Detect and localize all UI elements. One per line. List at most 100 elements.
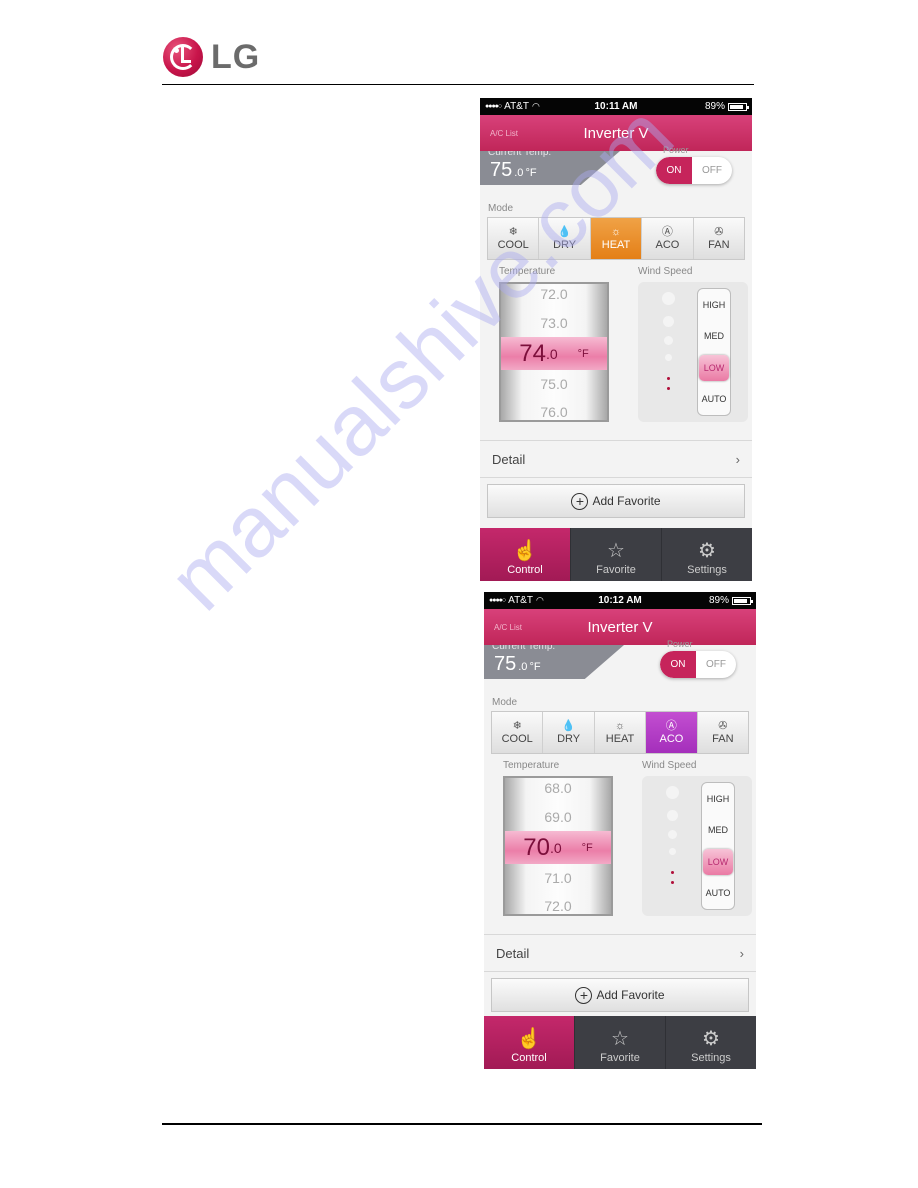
mode-label: Mode (488, 203, 514, 214)
wind-level-dot (662, 292, 675, 305)
tab-favorite[interactable]: ☆ Favorite (571, 528, 662, 581)
power-off-button[interactable]: OFF (696, 651, 736, 678)
status-time: 10:11 AM (594, 101, 638, 112)
plus-circle-icon: + (575, 986, 593, 1004)
plus-circle-icon: + (571, 492, 589, 510)
controls-area: Temperature Wind Speed 72.0 73.0 74.0 °F … (480, 260, 752, 440)
wind-low-button[interactable]: LOW (703, 848, 733, 875)
tab-settings[interactable]: ⚙ Settings (662, 528, 752, 581)
mode-label-text: HEAT (601, 239, 631, 251)
power-on-button[interactable]: ON (660, 651, 696, 678)
wind-high-button[interactable]: HIGH (703, 786, 733, 812)
add-favorite-button[interactable]: + Add Favorite (487, 484, 745, 518)
wind-auto-button[interactable]: AUTO (699, 386, 729, 412)
mode-aco-button[interactable]: Ⓐ ACO (642, 218, 694, 259)
selected-temperature: 70.0 °F (505, 831, 611, 864)
power-toggle[interactable]: ON OFF (656, 157, 732, 184)
wind-auto-button[interactable]: AUTO (703, 880, 733, 906)
mode-heat-button[interactable]: ☼ HEAT (595, 712, 647, 753)
wind-level-indicator (667, 377, 670, 380)
detail-label: Detail (492, 451, 526, 467)
wind-level-indicator (667, 387, 670, 390)
tab-label: Favorite (600, 1052, 640, 1064)
temp-option[interactable]: 69.0 (505, 809, 611, 825)
wind-speed-panel: HIGH MED LOW AUTO (642, 776, 752, 916)
mode-cool-button[interactable]: ❄ COOL (492, 712, 544, 753)
wind-med-button[interactable]: MED (703, 817, 733, 843)
current-temp-value: 75.0 °F (490, 159, 537, 181)
wind-speed-panel: HIGH MED LOW AUTO (638, 282, 748, 422)
mode-fan-button[interactable]: ✇ FAN (694, 218, 744, 259)
mode-fan-button[interactable]: ✇ FAN (698, 712, 748, 753)
temperature-label: Temperature (499, 266, 556, 277)
battery-icon (728, 102, 749, 111)
temperature-picker[interactable]: 68.0 69.0 70.0 °F 71.0 72.0 (503, 776, 613, 916)
wind-speed-label: Wind Speed (638, 266, 693, 277)
lg-logo: LG (163, 37, 260, 77)
detail-row[interactable]: Detail › (480, 440, 752, 478)
status-bar: ●●●●○ AT&T ◠ 10:11 AM 89% (480, 98, 752, 115)
droplet-icon: 💧 (557, 226, 572, 238)
add-favorite-label: Add Favorite (596, 988, 665, 1002)
chevron-right-icon: › (739, 945, 744, 961)
tab-settings[interactable]: ⚙ Settings (666, 1016, 756, 1069)
current-temp-panel: Current Temp. 75.0 °F (484, 645, 624, 679)
wind-speed-buttons: HIGH MED LOW AUTO (697, 288, 731, 416)
snowflake-icon: ❄ (508, 226, 518, 238)
detail-label: Detail (496, 945, 530, 961)
temp-option[interactable]: 71.0 (505, 870, 611, 886)
wind-med-button[interactable]: MED (699, 323, 729, 349)
tab-favorite[interactable]: ☆ Favorite (575, 1016, 666, 1069)
temperature-picker[interactable]: 72.0 73.0 74.0 °F 75.0 76.0 (499, 282, 609, 422)
current-temp-value: 75.0 °F (494, 653, 541, 675)
mode-heat-button[interactable]: ☼ HEAT (590, 218, 643, 259)
tab-control[interactable]: ☝ Control (480, 528, 571, 581)
phone-screen-heat: ●●●●○ AT&T ◠ 10:11 AM 89% A/C List Inver… (480, 98, 752, 581)
tab-control[interactable]: ☝ Control (484, 1016, 575, 1069)
status-row: Current Temp. 75.0 °F Power ON OFF (484, 639, 756, 695)
mode-label-text: FAN (708, 239, 730, 251)
temp-option[interactable]: 73.0 (501, 315, 607, 331)
nav-bar: A/C List Inverter V (480, 115, 752, 151)
tab-label: Favorite (596, 564, 636, 576)
wind-speed-label: Wind Speed (642, 760, 697, 771)
mode-aco-button[interactable]: Ⓐ ACO (646, 712, 698, 753)
temp-option[interactable]: 76.0 (501, 404, 607, 420)
wind-low-button[interactable]: LOW (699, 354, 729, 381)
nav-title: Inverter V (587, 618, 653, 636)
status-bar: ●●●●○ AT&T ◠ 10:12 AM 89% (484, 592, 756, 609)
tab-label: Settings (691, 1052, 731, 1064)
temp-option[interactable]: 75.0 (501, 376, 607, 392)
mode-label-text: FAN (712, 733, 734, 745)
mode-label-text: ACO (659, 733, 684, 745)
temp-option[interactable]: 72.0 (501, 286, 607, 302)
power-label: Power (667, 639, 693, 649)
wind-speed-buttons: HIGH MED LOW AUTO (701, 782, 735, 910)
add-favorite-label: Add Favorite (592, 494, 661, 508)
droplet-icon: 💧 (561, 720, 576, 732)
detail-row[interactable]: Detail › (484, 934, 756, 972)
tab-bar: ☝ Control ☆ Favorite ⚙ Settings (484, 1016, 756, 1069)
touch-icon: ☝ (516, 1028, 542, 1050)
snowflake-icon: ❄ (512, 720, 522, 732)
power-on-button[interactable]: ON (656, 157, 692, 184)
tab-label: Settings (687, 564, 727, 576)
temperature-label: Temperature (503, 760, 560, 771)
power-off-button[interactable]: OFF (692, 157, 732, 184)
temp-option[interactable]: 72.0 (505, 898, 611, 914)
wind-high-button[interactable]: HIGH (699, 292, 729, 318)
mode-dry-button[interactable]: 💧 DRY (543, 712, 595, 753)
tab-label: Control (511, 1052, 547, 1064)
fan-icon: ✇ (714, 226, 724, 238)
power-toggle[interactable]: ON OFF (660, 651, 736, 678)
nav-bar: A/C List Inverter V (484, 609, 756, 645)
add-favorite-button[interactable]: + Add Favorite (491, 978, 749, 1012)
mode-label: Mode (492, 697, 518, 708)
mode-dry-button[interactable]: 💧 DRY (539, 218, 591, 259)
header-rule (162, 84, 754, 85)
temp-option[interactable]: 68.0 (505, 780, 611, 796)
phone-screen-aco: ●●●●○ AT&T ◠ 10:12 AM 89% A/C List Inver… (484, 592, 756, 1069)
nav-title: Inverter V (583, 124, 649, 142)
mode-cool-button[interactable]: ❄ COOL (488, 218, 540, 259)
mode-label-text: HEAT (605, 733, 635, 745)
